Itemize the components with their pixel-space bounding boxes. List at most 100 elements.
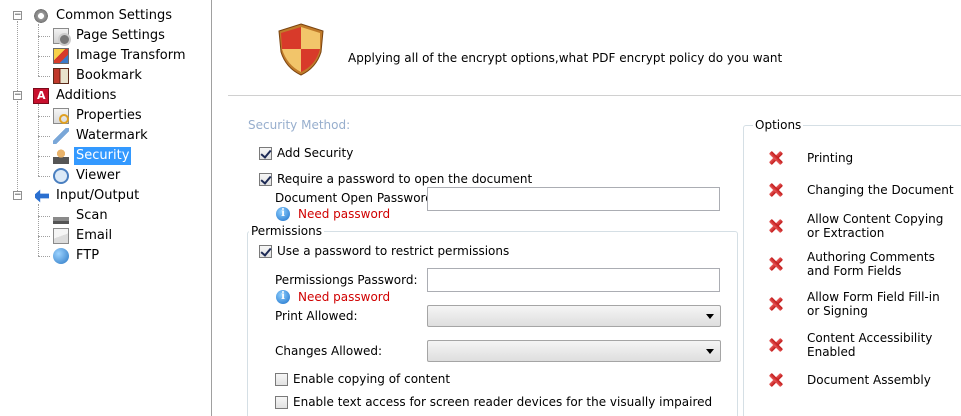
gear-icon xyxy=(33,8,49,24)
close-icon xyxy=(768,372,784,388)
require-open-password-checkbox[interactable]: Require a password to open the document xyxy=(259,172,532,186)
tree-connector xyxy=(38,216,50,217)
tree-item-label: Page Settings xyxy=(76,28,165,43)
bookmark-icon xyxy=(53,68,69,84)
shield-icon xyxy=(278,23,324,76)
properties-icon xyxy=(53,108,69,124)
tree-connector xyxy=(38,176,50,177)
checkbox-label: Enable text access for screen reader dev… xyxy=(293,395,713,409)
tree-connector xyxy=(17,21,18,97)
option-label: Printing xyxy=(807,151,854,165)
tree-connector xyxy=(38,256,50,257)
tree-item-input-output[interactable]: Input/Output xyxy=(33,186,141,206)
header-divider xyxy=(228,95,961,96)
email-icon xyxy=(53,228,69,244)
viewer-icon xyxy=(53,168,69,184)
close-icon xyxy=(768,218,784,234)
tree-item-viewer[interactable]: Viewer xyxy=(53,166,122,186)
tree-item-email[interactable]: Email xyxy=(53,226,114,246)
tree-item-label: Watermark xyxy=(76,128,148,143)
permissions-password-label: Permissiongs Password: xyxy=(275,273,418,287)
open-password-field[interactable] xyxy=(427,187,720,211)
arrow-icon xyxy=(33,189,49,203)
watermark-icon xyxy=(53,128,69,144)
close-icon xyxy=(768,337,784,353)
tree-connector xyxy=(38,156,50,157)
option-label: Changing the Document xyxy=(807,183,954,197)
collapse-toggle-input-output[interactable]: − xyxy=(13,191,22,200)
open-password-warning: i Need password xyxy=(276,207,390,221)
collapse-toggle-additions[interactable]: − xyxy=(13,91,22,100)
option-label: Allow Content Copying or Extraction xyxy=(807,212,944,240)
tree-item-image-transform[interactable]: Image Transform xyxy=(53,46,188,66)
checkbox-label: Require a password to open the document xyxy=(277,172,533,186)
tree-item-label: Scan xyxy=(76,208,108,223)
tree-item-common-settings[interactable]: Common Settings xyxy=(33,6,174,26)
print-allowed-select[interactable] xyxy=(427,305,721,327)
option-printing: Printing xyxy=(768,150,958,166)
checkbox-box[interactable] xyxy=(259,146,272,160)
option-label: Content Accessibility Enabled xyxy=(807,331,933,359)
tree-item-label: Properties xyxy=(76,108,142,123)
option-label: Allow Form Field Fill-in or Signing xyxy=(807,290,940,318)
tree-item-label: Email xyxy=(76,228,113,243)
open-password-label: Document Open Password xyxy=(275,191,433,205)
checkbox-label: Enable copying of content xyxy=(293,372,451,386)
tree-item-ftp[interactable]: FTP xyxy=(53,246,101,266)
close-icon xyxy=(768,296,784,312)
tree-item-label: Additions xyxy=(56,88,117,103)
print-allowed-label: Print Allowed: xyxy=(275,309,358,323)
checkbox-box[interactable] xyxy=(259,244,272,258)
tree-connector xyxy=(38,236,50,237)
tree-connector xyxy=(38,36,50,37)
enable-copying-checkbox[interactable]: Enable copying of content xyxy=(275,372,450,386)
use-permissions-password-checkbox[interactable]: Use a password to restrict permissions xyxy=(259,244,509,258)
tree-item-bookmark[interactable]: Bookmark xyxy=(53,66,144,86)
tree-item-page-settings[interactable]: Page Settings xyxy=(53,26,167,46)
tree-item-label: Security xyxy=(74,147,132,165)
tree-item-label: Viewer xyxy=(76,168,121,183)
option-label: Document Assembly xyxy=(807,373,931,387)
checkbox-label: Use a password to restrict permissions xyxy=(277,244,510,258)
security-method-label: Security Method: xyxy=(248,118,351,132)
add-security-checkbox[interactable]: Add Security xyxy=(259,146,353,160)
tree-item-scan[interactable]: Scan xyxy=(53,206,110,226)
option-document-assembly: Document Assembly xyxy=(768,372,958,388)
option-content-copying: Allow Content Copying or Extraction xyxy=(768,212,958,240)
tree-item-label: Input/Output xyxy=(56,188,140,203)
changes-allowed-select[interactable] xyxy=(427,340,721,362)
chevron-down-icon xyxy=(706,349,714,354)
scanner-icon xyxy=(53,208,69,224)
tree-item-watermark[interactable]: Watermark xyxy=(53,126,150,146)
collapse-toggle-common-settings[interactable]: − xyxy=(13,11,22,20)
security-icon xyxy=(53,148,69,164)
warning-text: Need password xyxy=(298,207,391,221)
image-icon xyxy=(53,48,69,64)
tree-item-additions[interactable]: Additions xyxy=(33,86,118,106)
tree-item-properties[interactable]: Properties xyxy=(53,106,144,126)
settings-tree: − − − Common Settings Page Settings Imag… xyxy=(0,0,212,416)
page-headline: Applying all of the encrypt options,what… xyxy=(348,51,783,65)
option-label: Authoring Comments and Form Fields xyxy=(807,250,935,278)
option-changing-document: Changing the Document xyxy=(768,182,958,198)
enable-text-access-checkbox[interactable]: Enable text access for screen reader dev… xyxy=(275,395,712,409)
tree-connector xyxy=(17,101,18,197)
checkbox-label: Add Security xyxy=(277,146,354,160)
changes-allowed-label: Changes Allowed: xyxy=(275,344,383,358)
tree-item-security[interactable]: Security xyxy=(53,146,132,166)
checkbox-box[interactable] xyxy=(259,172,272,186)
permissions-password-warning: i Need password xyxy=(276,290,390,304)
checkbox-box[interactable] xyxy=(275,395,288,409)
permissions-password-field[interactable] xyxy=(427,268,720,292)
close-icon xyxy=(768,256,784,272)
option-form-field-fill: Allow Form Field Fill-in or Signing xyxy=(768,290,958,318)
tree-item-label: FTP xyxy=(76,248,100,263)
warning-text: Need password xyxy=(298,290,391,304)
tree-item-label: Common Settings xyxy=(56,8,173,23)
tree-connector xyxy=(38,76,50,77)
checkbox-box[interactable] xyxy=(275,372,288,386)
tree-connector xyxy=(38,104,39,176)
option-content-accessibility: Content Accessibility Enabled xyxy=(768,331,958,359)
tree-item-label: Bookmark xyxy=(76,68,142,83)
tree-connector xyxy=(38,204,39,256)
